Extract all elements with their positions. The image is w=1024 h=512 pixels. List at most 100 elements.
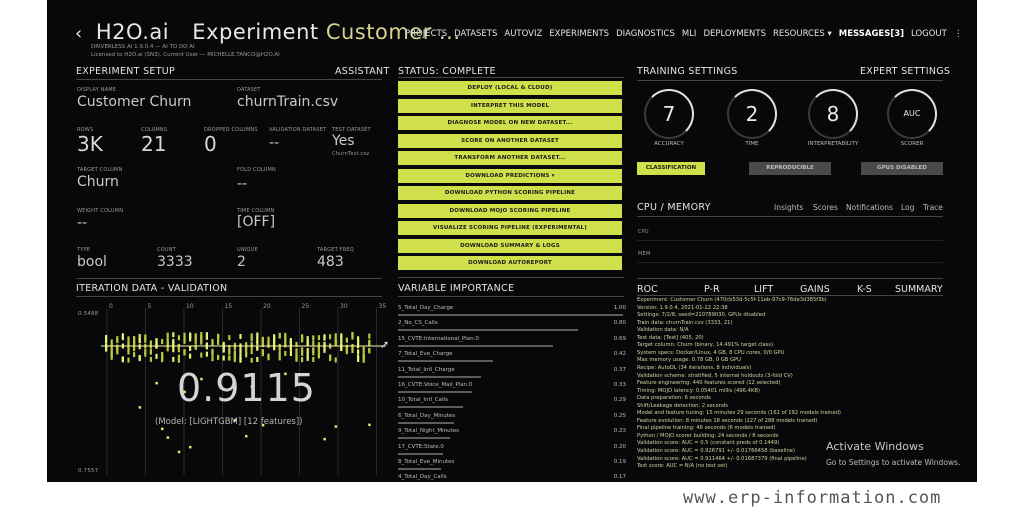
- unique-label: UNIQUE: [237, 247, 258, 253]
- back-chevron-icon[interactable]: ‹: [75, 23, 83, 44]
- setup-title: EXPERIMENT SETUP: [76, 66, 176, 77]
- nav-messages[interactable]: MESSAGES[3]: [839, 29, 904, 39]
- more-menu-icon[interactable]: ⋮: [954, 29, 963, 39]
- test-dataset-name: ChurnTest.csv: [332, 151, 370, 157]
- nav-projects[interactable]: PROJECTS: [405, 29, 447, 39]
- status-button-6[interactable]: DOWNLOAD PYTHON SCORING PIPELINE: [398, 186, 622, 200]
- nav-deployments[interactable]: DEPLOYMENTS: [703, 29, 766, 39]
- varimp-row[interactable]: 5_Total_Day_Charge 1.00: [398, 305, 626, 311]
- nav-resources[interactable]: RESOURCES ▾: [773, 29, 832, 39]
- classification-toggle[interactable]: CLASSIFICATION: [637, 162, 705, 175]
- status-button-3[interactable]: SCORE ON ANOTHER DATASET: [398, 133, 622, 148]
- varimp-row[interactable]: 10_Total_Intl_Calls 0.29: [398, 397, 626, 403]
- nav-diagnostics[interactable]: DIAGNOSTICS: [616, 29, 675, 39]
- freq-value: 483: [317, 254, 344, 270]
- activate-windows-subtitle: Go to Settings to activate Windows.: [826, 458, 961, 467]
- nav-datasets[interactable]: DATASETS: [454, 29, 497, 39]
- rows-value: 3K: [77, 132, 103, 156]
- iteration-point: [105, 338, 108, 344]
- nav-experiments[interactable]: EXPERIMENTS: [549, 29, 609, 39]
- target-label: TARGET COLUMN: [77, 167, 123, 173]
- tab-scores[interactable]: Scores: [813, 203, 838, 212]
- iteration-point: [239, 357, 242, 363]
- time-dial[interactable]: 2: [727, 89, 777, 139]
- iteration-point: [205, 342, 208, 348]
- status-button-0[interactable]: DEPLOY (LOCAL & CLOUD): [398, 81, 622, 95]
- tab-trace[interactable]: Trace: [923, 203, 943, 212]
- summary-line: Recipe: AutoDL (34 iterations, 8 individ…: [637, 364, 752, 371]
- varimp-row[interactable]: 6_Total_Day_Minutes 0.25: [398, 413, 626, 419]
- nav-logout[interactable]: LOGOUT: [911, 29, 947, 39]
- iteration-point: [250, 336, 253, 342]
- accuracy-dial[interactable]: 7: [644, 89, 694, 139]
- iteration-point: [312, 357, 315, 363]
- varimp-row[interactable]: 11_Total_Intl_Charge 0.37: [398, 367, 626, 373]
- iteration-point: [183, 349, 186, 355]
- license-line: Licensed to H2O.ai (SN3). Current User —…: [91, 52, 280, 58]
- tab-insights[interactable]: Insights: [774, 203, 803, 212]
- iteration-outlier: [166, 436, 170, 439]
- iteration-point: [267, 336, 270, 342]
- nav-mli[interactable]: MLI: [682, 29, 697, 39]
- varimp-row[interactable]: 4_Total_Day_Calls 0.17: [398, 474, 626, 480]
- varimp-bar: [398, 406, 463, 409]
- status-button-7[interactable]: DOWNLOAD MOJO SCORING PIPELINE: [398, 203, 622, 218]
- dropped-value[interactable]: 0: [204, 132, 217, 156]
- varimp-bar: [398, 468, 441, 470]
- varimp-row[interactable]: 8_Total_Eve_Minutes 0.19: [398, 459, 626, 465]
- status-button-4[interactable]: TRANSFORM ANOTHER DATASET...: [398, 151, 622, 165]
- fold-value[interactable]: --: [237, 176, 247, 192]
- scorer-value: AUC: [903, 109, 921, 118]
- tab-gains[interactable]: GAINS: [800, 284, 830, 295]
- iteration-point: [228, 355, 231, 361]
- varimp-name: 9_Total_Night_Minutes: [398, 428, 460, 435]
- test-value[interactable]: Yes: [332, 133, 355, 149]
- dataset-value[interactable]: churnTrain.csv: [237, 94, 338, 110]
- summary-line: Settings: 7/2/8, seed=210789030, GPUs di…: [637, 312, 766, 319]
- varimp-row[interactable]: 9_Total_Night_Minutes 0.23: [398, 428, 626, 434]
- status-button-10[interactable]: DOWNLOAD AUTOREPORT: [398, 256, 622, 270]
- varimp-row[interactable]: 2_No_CS_Calls 0.80: [398, 320, 626, 326]
- target-value[interactable]: Churn: [77, 174, 119, 190]
- varimp-bar: [398, 421, 454, 424]
- iteration-outlier: [177, 450, 181, 454]
- expert-settings-link[interactable]: EXPERT SETTINGS: [860, 66, 950, 77]
- tab-log[interactable]: Log: [901, 203, 914, 212]
- summary-line: Model and feature tuning: 15 minutes 29 …: [637, 410, 841, 417]
- iteration-top-divider: [76, 278, 382, 279]
- status-button-9[interactable]: DOWNLOAD SUMMARY & LOGS: [398, 238, 622, 253]
- nav-autoviz[interactable]: AUTOVIZ: [504, 29, 542, 39]
- cpu-divider: [637, 216, 943, 217]
- tab-summary[interactable]: SUMMARY: [895, 284, 943, 295]
- iteration-point: [133, 352, 136, 358]
- varimp-row[interactable]: 7_Total_Eve_Charge 0.42: [398, 351, 626, 357]
- interpretability-dial[interactable]: 8: [808, 89, 858, 139]
- status-button-8[interactable]: VISUALIZE SCORING PIPELINE (EXPERIMENTAL…: [398, 221, 622, 235]
- weight-value[interactable]: --: [77, 215, 87, 231]
- tab-roc[interactable]: ROC: [637, 284, 658, 295]
- iteration-point: [144, 348, 147, 354]
- status-button-1[interactable]: INTERPRET THIS MODEL: [398, 98, 622, 113]
- varimp-row[interactable]: 15_CVTE:International_Plan.0 0.69: [398, 336, 626, 342]
- reproducible-toggle[interactable]: REPRODUCIBLE: [749, 162, 831, 175]
- iteration-point: [295, 348, 298, 354]
- display-name-value[interactable]: Customer Churn: [77, 94, 191, 110]
- tab-notifications[interactable]: Notifications: [846, 203, 893, 212]
- varimp-row[interactable]: 16_CVTE:Voice_Mail_Plan.0 0.33: [398, 382, 626, 388]
- iteration-point: [228, 349, 231, 355]
- tab-lift[interactable]: LIFT: [754, 284, 773, 295]
- status-button-5[interactable]: DOWNLOAD PREDICTIONS ▾: [398, 168, 622, 183]
- validation-value[interactable]: --: [269, 135, 279, 151]
- tab-pr[interactable]: P-R: [704, 284, 720, 295]
- varimp-row[interactable]: 17_CVTE:State.0 0.20: [398, 444, 626, 450]
- tab-ks[interactable]: K-S: [857, 284, 872, 295]
- varimp-value: 0.17: [613, 474, 626, 481]
- status-button-2[interactable]: DIAGNOSE MODEL ON NEW DATASET...: [398, 116, 622, 130]
- weight-label: WEIGHT COLUMN: [77, 208, 124, 214]
- assistant-link[interactable]: ASSISTANT: [335, 66, 390, 77]
- gpus-toggle[interactable]: GPUS DISABLED: [861, 162, 943, 175]
- summary-line: System specs: Docker/Linux, 4 GB, 8 CPU …: [637, 349, 785, 356]
- iteration-point: [172, 332, 175, 338]
- scorer-dial[interactable]: AUC: [887, 89, 937, 139]
- time-value[interactable]: [OFF]: [237, 214, 275, 230]
